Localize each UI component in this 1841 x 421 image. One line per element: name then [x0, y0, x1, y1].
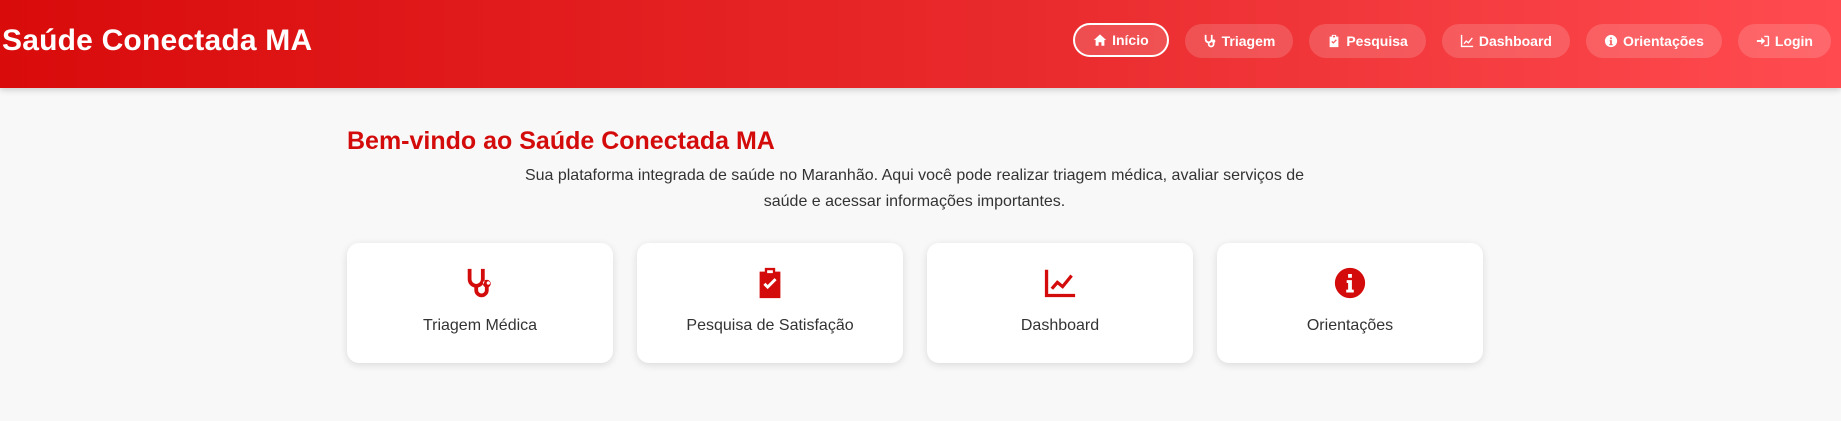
nav-login-button[interactable]: Login [1737, 24, 1831, 58]
feature-cards: Triagem Médica Pesquisa de Satisfação Da… [347, 243, 1483, 363]
sign-in-icon [1756, 35, 1770, 47]
card-label: Dashboard [1020, 317, 1100, 334]
chart-line-icon [1042, 265, 1078, 301]
card-orientacoes[interactable]: Orientações [1217, 243, 1483, 363]
card-pesquisa-satisfacao[interactable]: Pesquisa de Satisfação [637, 243, 903, 363]
card-label: Pesquisa de Satisfação [686, 317, 854, 334]
clipboard-check-icon [752, 265, 788, 301]
nav-inicio-label: Início [1112, 32, 1149, 48]
nav-dashboard-button[interactable]: Dashboard [1441, 24, 1570, 58]
main-nav: Início Triagem Pesquisa Dashboard Orient… [1073, 23, 1831, 58]
nav-orientacoes-button[interactable]: Orientações [1585, 24, 1722, 58]
intro-text: Sua plataforma integrada de saúde no Mar… [524, 167, 1305, 210]
card-dashboard[interactable]: Dashboard [927, 243, 1193, 363]
brand-title[interactable]: Saúde Conectada MA [2, 24, 312, 58]
stethoscope-icon [462, 265, 498, 301]
nav-triagem-button[interactable]: Triagem [1184, 24, 1294, 58]
clipboard-check-icon [1329, 34, 1339, 48]
nav-triagem-label: Triagem [1221, 33, 1276, 49]
chart-line-icon [1460, 34, 1473, 48]
card-label: Orientações [1306, 317, 1394, 334]
nav-orientacoes-label: Orientações [1622, 33, 1704, 49]
home-icon [1093, 34, 1107, 46]
stethoscope-icon [1204, 34, 1215, 48]
nav-inicio-button[interactable]: Início [1073, 23, 1169, 57]
info-circle-icon [1604, 34, 1618, 48]
main-content: Bem-vindo ao Saúde Conectada MA Sua plat… [347, 122, 1483, 363]
info-circle-icon [1332, 265, 1368, 301]
card-label: Triagem Médica [422, 317, 538, 334]
card-triagem-medica[interactable]: Triagem Médica [347, 243, 613, 363]
nav-pesquisa-label: Pesquisa [1346, 33, 1408, 49]
nav-pesquisa-button[interactable]: Pesquisa [1309, 24, 1426, 58]
nav-dashboard-label: Dashboard [1478, 33, 1552, 49]
welcome-title: Bem-vindo ao Saúde Conectada MA [347, 127, 775, 155]
nav-login-label: Login [1774, 33, 1813, 49]
top-header: Saúde Conectada MA Início Triagem Pesqui… [0, 0, 1841, 88]
